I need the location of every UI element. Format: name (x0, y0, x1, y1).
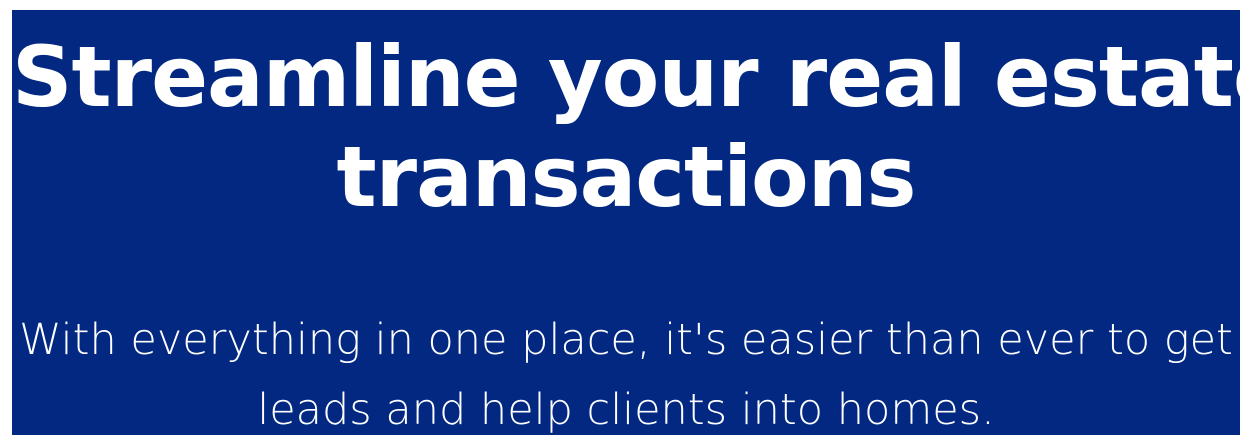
hero-banner: Streamline your real estate transactions… (12, 10, 1240, 435)
hero-subtext-line-2: leads and help clients into homes. (257, 385, 995, 435)
hero-headline-line-1: Streamline your real estate (12, 28, 1240, 126)
hero-headline: Streamline your real estate transactions (12, 10, 1240, 227)
hero-subtext-line-1: With everything in one place, it's easie… (19, 315, 1233, 365)
page-frame: Streamline your real estate transactions… (0, 0, 1249, 435)
hero-headline-line-2: transactions (336, 128, 917, 226)
hero-subtext: With everything in one place, it's easie… (12, 227, 1240, 435)
